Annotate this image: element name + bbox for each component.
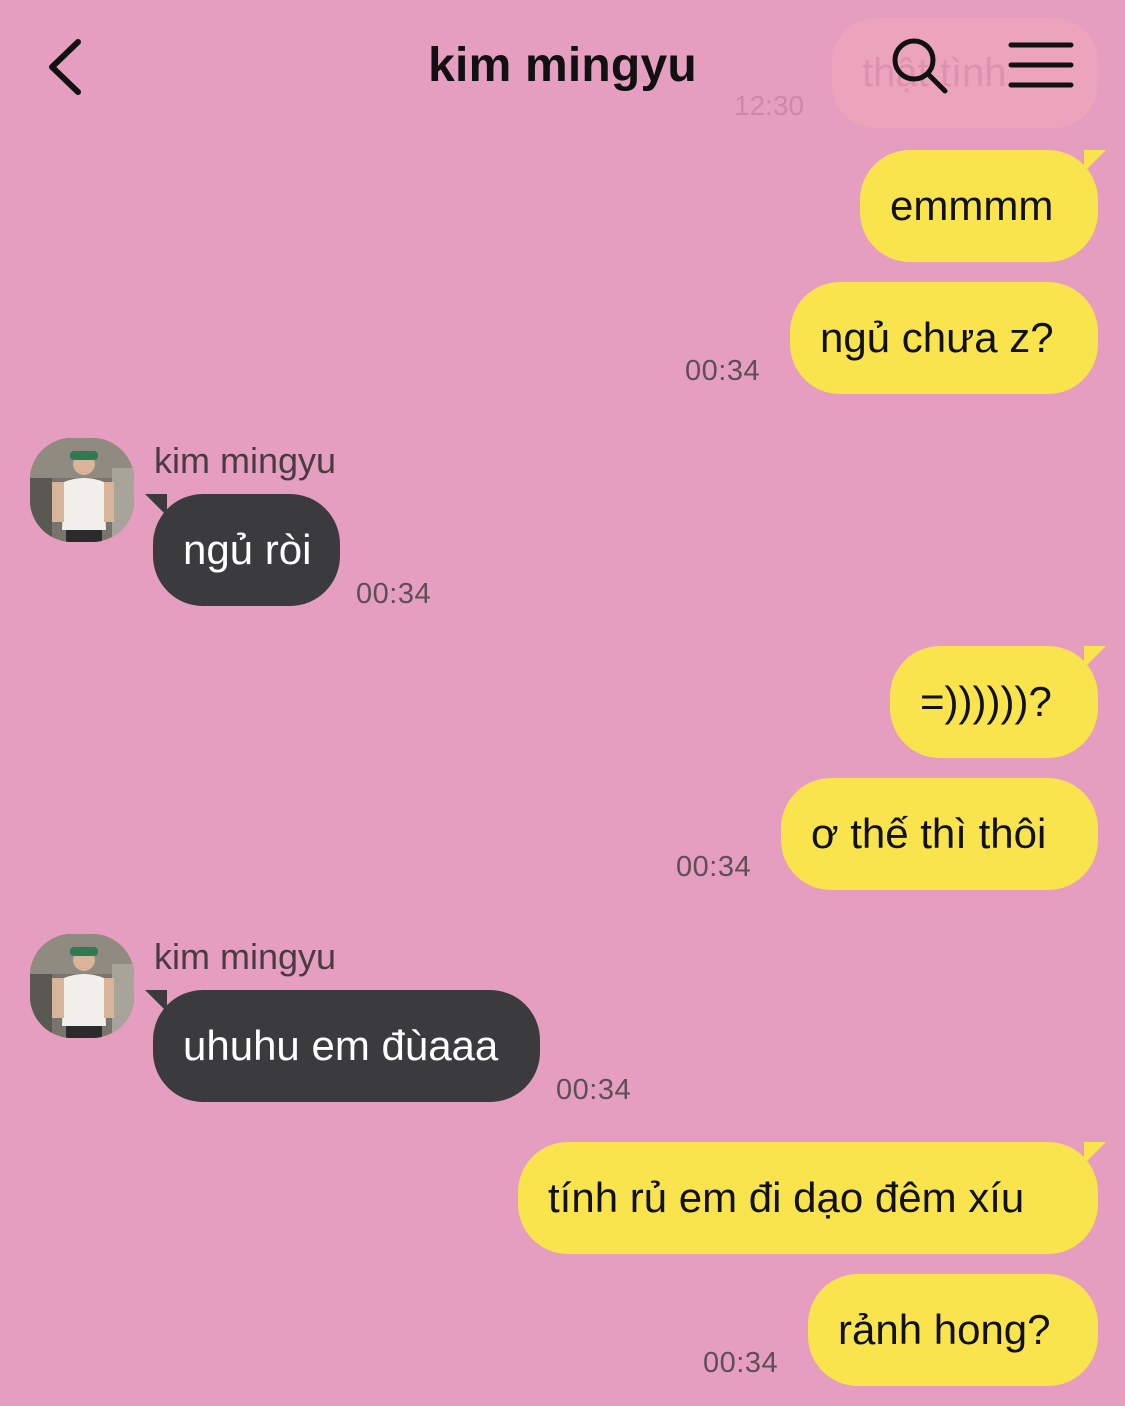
avatar-photo [30, 438, 134, 542]
contact-avatar[interactable] [30, 438, 134, 542]
message-text: uhuhu em đùaaa [183, 1022, 499, 1069]
message-time: 00:34 [703, 1347, 779, 1379]
bubble-tail [1084, 646, 1106, 668]
my-message-bubble[interactable]: =))))))? [890, 646, 1098, 758]
my-message-bubble[interactable]: emmmm [860, 150, 1098, 262]
hamburger-menu-icon[interactable] [1008, 40, 1074, 90]
message-text: ngủ ròi [183, 526, 312, 573]
message-text: rảnh hong? [838, 1306, 1051, 1353]
my-message-bubble[interactable]: ngủ chưa z? [790, 282, 1098, 394]
message-time: 00:34 [556, 1074, 632, 1106]
contact-avatar[interactable] [30, 934, 134, 1038]
chat-title: kim mingyu [428, 39, 697, 92]
my-message-bubble[interactable]: rảnh hong? [808, 1274, 1098, 1386]
sender-name: kim mingyu [154, 936, 337, 977]
search-icon[interactable] [890, 36, 948, 94]
message-time: 00:34 [356, 578, 432, 610]
my-message-bubble[interactable]: tính rủ em đi dạo đêm xíu [518, 1142, 1098, 1254]
bubble-tail [1084, 1142, 1106, 1164]
message-time: 00:34 [685, 355, 761, 387]
message-text: emmmm [890, 182, 1054, 229]
message-text: =))))))? [920, 678, 1052, 725]
chat-header: kim mingyu [0, 0, 1125, 140]
sender-name: kim mingyu [154, 440, 337, 481]
message-text: ngủ chưa z? [820, 314, 1054, 361]
their-message-bubble[interactable]: uhuhu em đùaaa [153, 990, 540, 1102]
my-message-bubble[interactable]: ơ thế thì thôi [781, 778, 1098, 890]
message-time: 00:34 [676, 851, 752, 883]
message-text: tính rủ em đi dạo đêm xíu [548, 1174, 1025, 1221]
message-text: ơ thế thì thôi [811, 810, 1047, 857]
avatar-photo [30, 934, 134, 1038]
bubble-tail [1084, 150, 1106, 172]
their-message-bubble[interactable]: ngủ ròi [153, 494, 340, 606]
